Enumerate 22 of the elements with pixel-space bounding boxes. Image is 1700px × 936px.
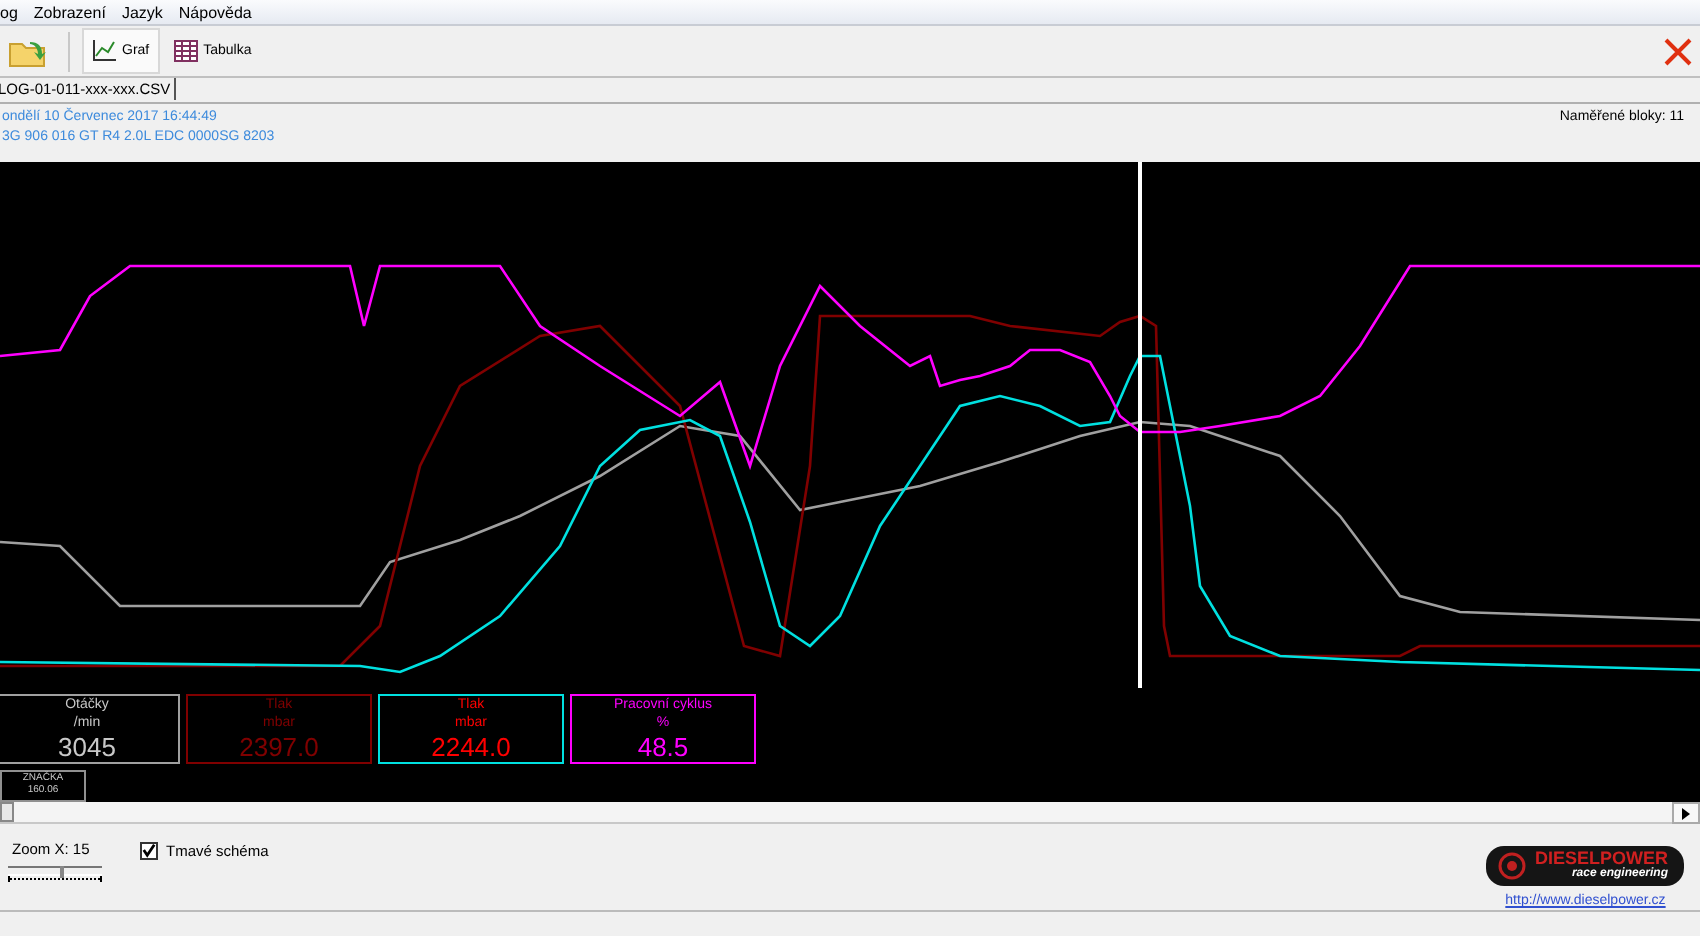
gauge-value: 2397.0 (239, 732, 319, 762)
table-icon (173, 40, 198, 62)
scroll-thumb[interactable] (0, 802, 14, 822)
right-arrow-icon (1682, 807, 1690, 819)
horizontal-scrollbar[interactable] (0, 802, 1700, 824)
logo-title: DIESELPOWER (1534, 850, 1668, 868)
slider-ticks-icon (8, 876, 102, 882)
menu-item[interactable]: og (0, 3, 18, 21)
menu-item[interactable]: Jazyk (121, 3, 163, 21)
menu-item[interactable]: Nápověda (178, 3, 252, 21)
close-icon (1664, 37, 1692, 65)
zoom-slider[interactable] (8, 866, 102, 876)
check-icon (142, 842, 156, 858)
gauge-value: 3045 (58, 732, 116, 762)
gauge-value: 2244.0 (431, 732, 511, 762)
slider-thumb[interactable] (59, 866, 64, 878)
turbo-icon (1498, 852, 1527, 880)
menu-item[interactable]: Zobrazení (33, 3, 106, 21)
scroll-right-button[interactable] (1672, 802, 1700, 824)
checkbox[interactable] (140, 841, 158, 859)
gauge-value: 48.5 (637, 732, 689, 762)
chart-icon (92, 40, 116, 62)
